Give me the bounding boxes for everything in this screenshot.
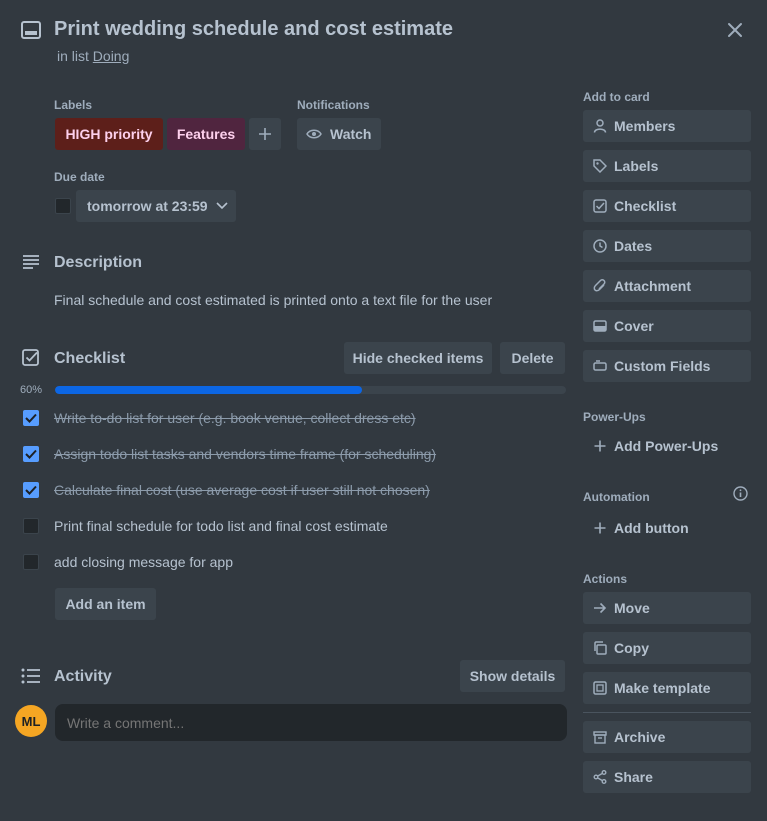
members-label: Members [614,118,676,134]
due-date-value: tomorrow at 23:59 [87,198,208,214]
check-icon [25,485,37,495]
checklist-item-checkbox[interactable] [23,482,39,498]
archive-icon [592,730,608,744]
attachment-button[interactable]: Attachment [583,270,751,302]
show-details-button[interactable]: Show details [460,660,565,692]
move-label: Move [614,600,650,616]
checklist-item-text[interactable]: Write to-do list for user (e.g. book ven… [54,410,416,426]
add-power-ups-button[interactable]: Add Power-Ups [583,430,718,462]
checklist-label: Checklist [614,198,677,214]
copy-button[interactable]: Copy [583,632,751,664]
activity-heading: Activity [54,668,112,685]
archive-label: Archive [614,729,666,745]
tag-icon [592,159,608,173]
checklist-item-checkbox[interactable] [23,554,39,570]
eye-icon [306,128,322,140]
avatar-initials: ML [21,713,41,729]
hide-checked-items-button[interactable]: Hide checked items [344,342,492,374]
close-icon[interactable] [724,19,746,41]
add-button-button[interactable]: Add button [583,512,689,544]
info-icon[interactable] [733,486,748,501]
delete-checklist-button[interactable]: Delete [500,342,565,374]
arrow-right-icon [592,602,608,614]
custom-fields-icon [592,360,608,372]
checklist-item-checkbox[interactable] [23,518,39,534]
card-icon [21,21,41,39]
custom-fields-button[interactable]: Custom Fields [583,350,751,382]
add-power-ups-label: Add Power-Ups [614,438,719,454]
add-checklist-item-button[interactable]: Add an item [55,588,156,620]
paperclip-icon [592,279,608,293]
custom-fields-label: Custom Fields [614,358,711,374]
due-date-button[interactable]: tomorrow at 23:59 [76,190,236,222]
description-text[interactable]: Final schedule and cost estimated is pri… [54,292,492,308]
labels-button[interactable]: Labels [583,150,751,182]
members-button[interactable]: Members [583,110,751,142]
list-link[interactable]: Doing [93,48,130,64]
check-icon [25,413,37,423]
progress-track [55,386,566,394]
due-date-heading: Due date [54,170,105,184]
card-cover-icon [592,320,608,332]
activity-icon [21,668,41,684]
share-button[interactable]: Share [583,761,751,793]
plus-icon [592,522,608,534]
label-features[interactable]: Features [167,118,245,150]
actions-divider [583,712,751,713]
make-template-label: Make template [614,680,711,696]
list-info: in list Doing [57,48,129,64]
cover-label: Cover [614,318,654,334]
automation-heading: Automation [583,490,650,504]
move-button[interactable]: Move [583,592,751,624]
label-high-priority[interactable]: HIGH priority [55,118,163,150]
checklist-heading: Checklist [54,350,126,367]
dates-label: Dates [614,238,653,254]
chevron-down-icon [216,202,228,210]
watch-label: Watch [330,126,372,142]
share-icon [592,770,608,784]
plus-icon [592,440,608,452]
card-title[interactable]: Print wedding schedule and cost estimate [54,18,453,41]
archive-button[interactable]: Archive [583,721,751,753]
checklist-item-checkbox[interactable] [23,410,39,426]
watch-button[interactable]: Watch [297,118,381,150]
in-list-prefix: in list [57,48,89,64]
description-icon [22,255,40,269]
progress-percent: 60% [20,384,43,396]
comment-input[interactable] [55,704,567,741]
plus-icon [258,127,272,141]
attachment-label: Attachment [614,278,692,294]
avatar[interactable]: ML [15,705,47,737]
progress-fill [55,386,362,394]
add-label-button[interactable] [249,118,281,150]
check-icon [25,449,37,459]
person-icon [592,119,608,133]
checklist-button[interactable]: Checklist [583,190,751,222]
actions-heading: Actions [583,572,628,586]
copy-icon [592,641,608,655]
checklist-item-checkbox[interactable] [23,446,39,462]
labels-heading: Labels [54,98,93,112]
clock-icon [592,239,608,253]
notifications-heading: Notifications [297,98,370,112]
power-ups-heading: Power-Ups [583,410,646,424]
share-label: Share [614,769,653,785]
due-date-checkbox[interactable] [55,198,71,214]
cover-button[interactable]: Cover [583,310,751,342]
dates-button[interactable]: Dates [583,230,751,262]
add-button-label: Add button [614,520,689,536]
add-to-card-heading: Add to card [583,90,650,104]
copy-label: Copy [614,640,649,656]
checkbox-icon [592,199,608,213]
checklist-item-text[interactable]: Assign todo list tasks and vendors time … [54,446,436,462]
checklist-item-text[interactable]: add closing message for app [54,554,233,570]
checklist-item-text[interactable]: Print final schedule for todo list and f… [54,518,388,534]
labels-label: Labels [614,158,659,174]
template-icon [592,681,608,695]
make-template-button[interactable]: Make template [583,672,751,704]
checklist-item-text[interactable]: Calculate final cost (use average cost i… [54,482,430,498]
checklist-icon [22,349,40,367]
description-heading: Description [54,254,143,271]
